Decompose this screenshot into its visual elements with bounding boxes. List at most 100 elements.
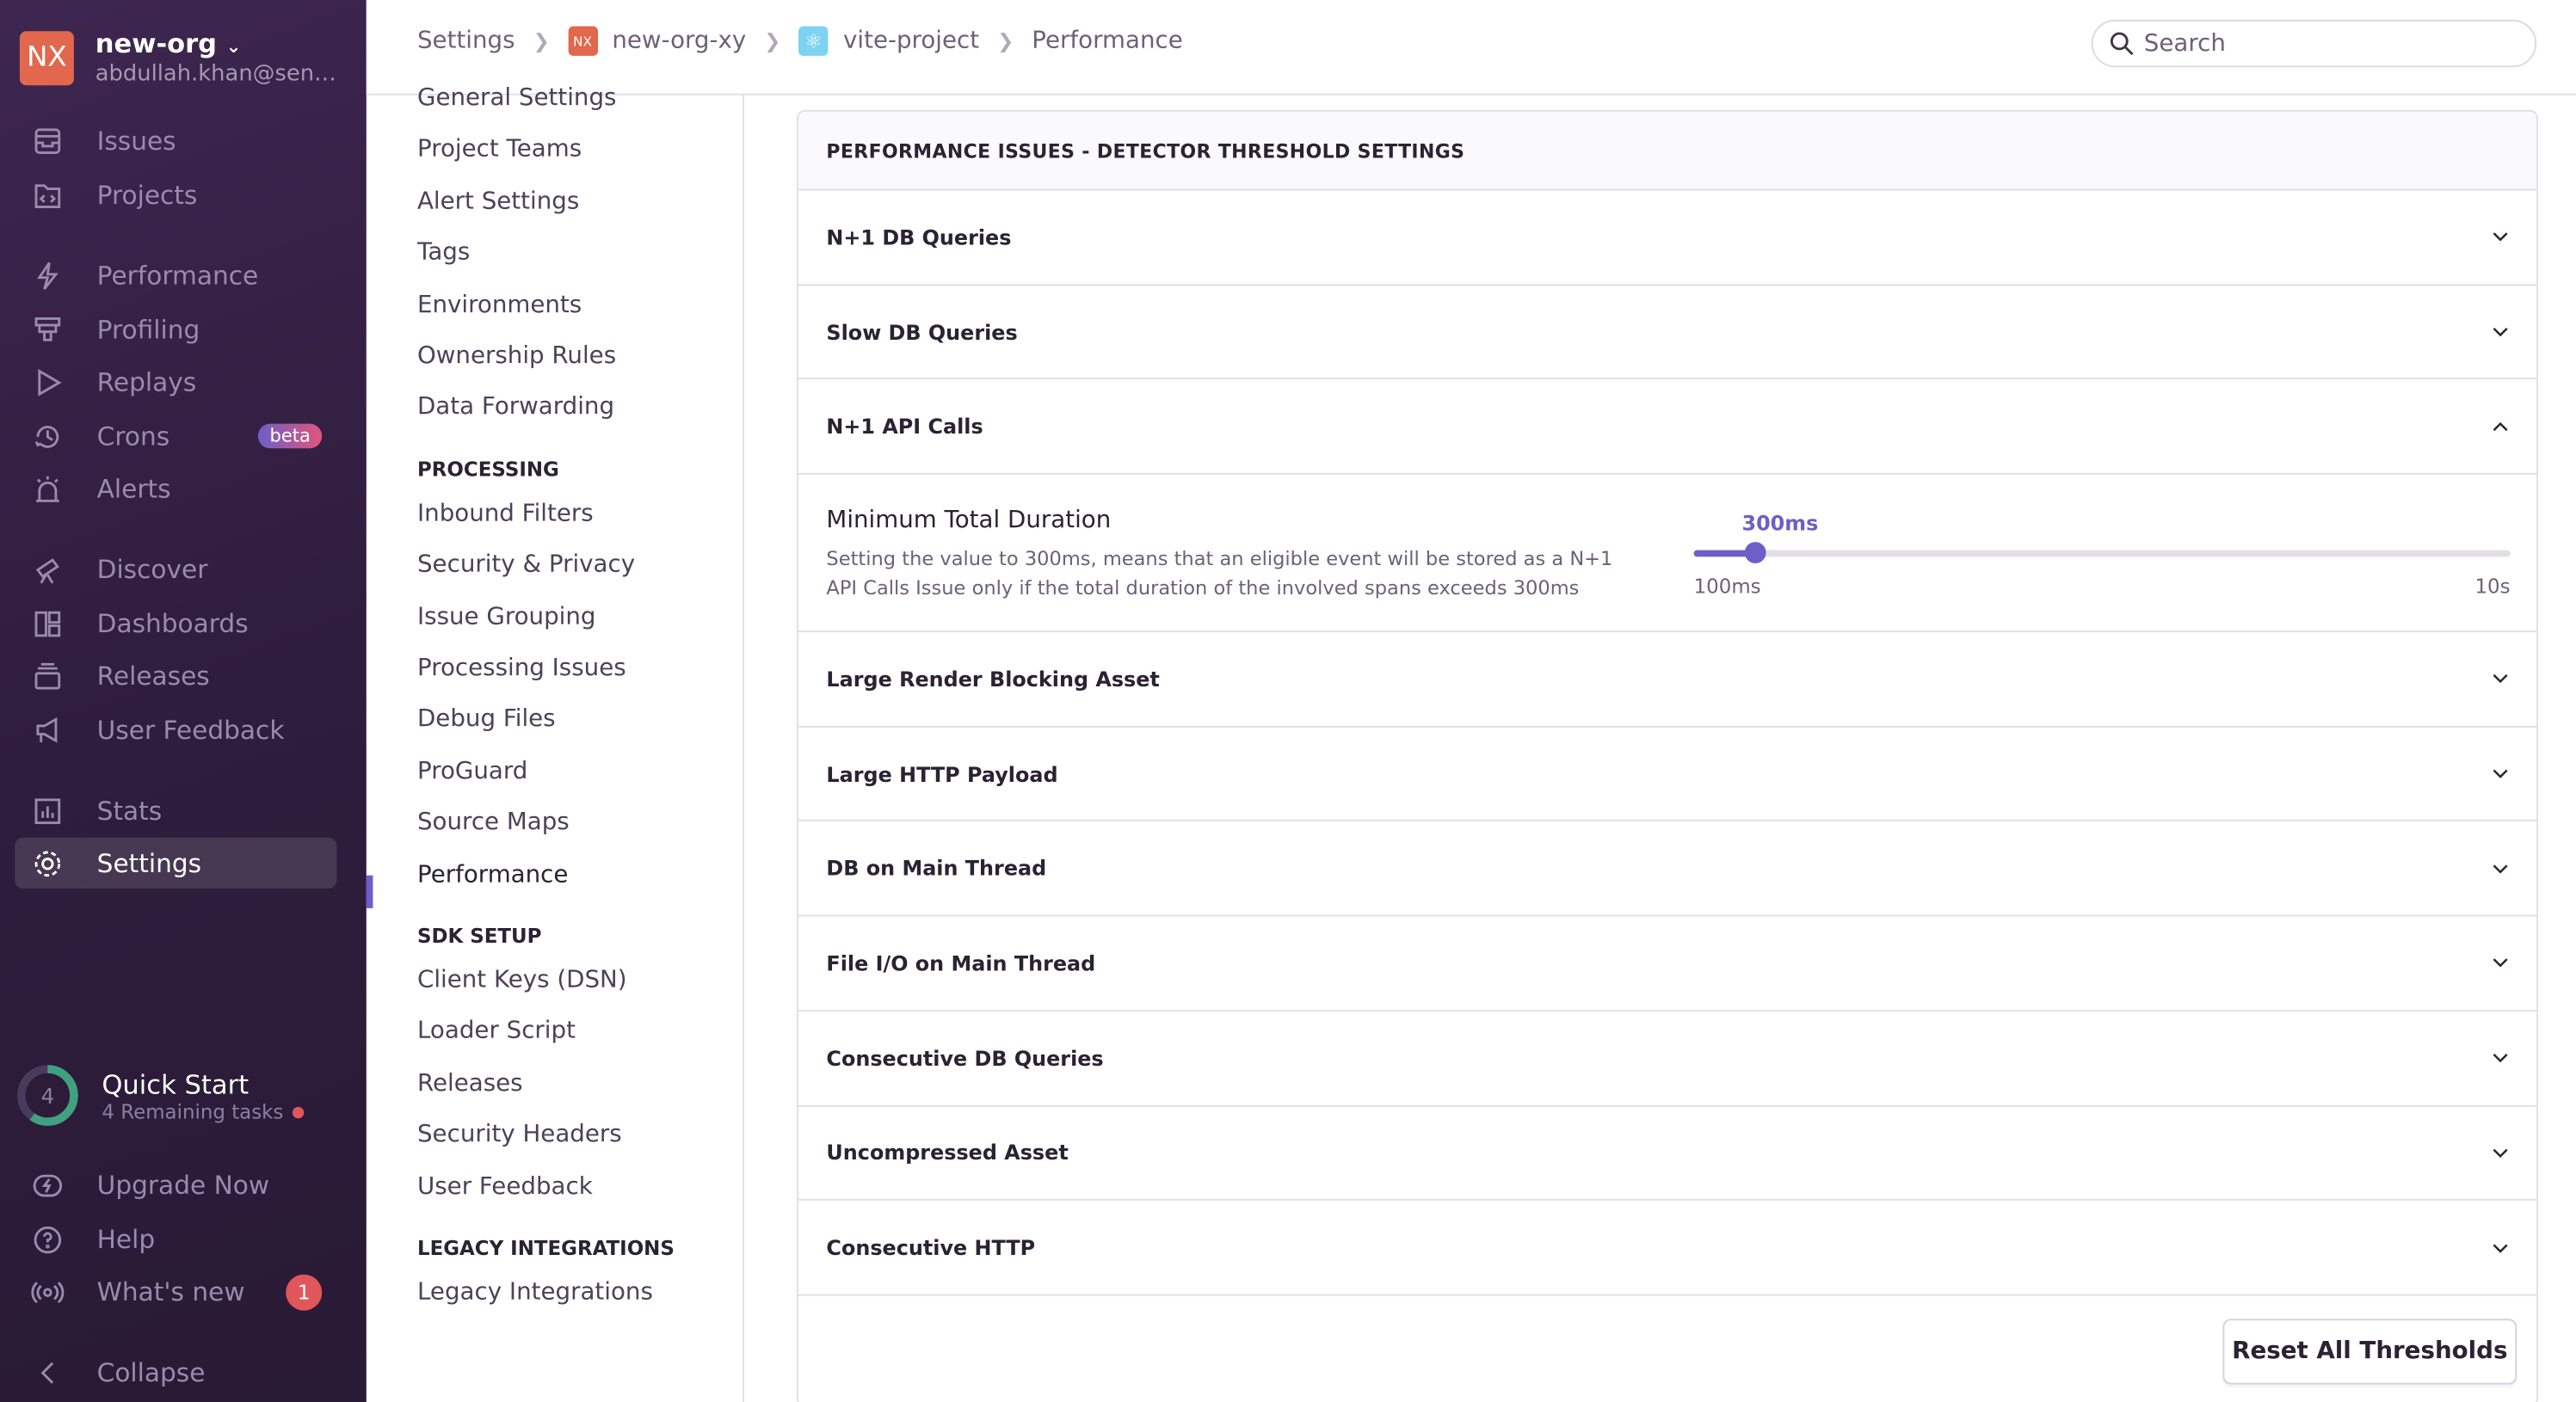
chevron-down-icon [2493, 864, 2508, 874]
settings-nav-item[interactable]: Security Headers [417, 1122, 622, 1148]
settings-nav-item[interactable]: Loader Script [417, 1019, 576, 1046]
sidebar-item-settings[interactable]: Settings [15, 837, 337, 889]
settings-nav-item[interactable]: Performance [417, 862, 568, 889]
sidebar-item-upgrade-now[interactable]: Upgrade Now [15, 1159, 336, 1210]
chevron-down-icon [2493, 769, 2508, 779]
gear-icon [34, 850, 61, 876]
react-icon: ⚛ [798, 26, 829, 56]
sidebar-item-dashboards[interactable]: Dashboards [15, 598, 336, 649]
sidebar-item-performance[interactable]: Performance [15, 249, 336, 300]
reset-all-thresholds-button[interactable]: Reset All Thresholds [2222, 1319, 2517, 1385]
search-input[interactable]: Search [2091, 19, 2537, 68]
beta-badge: beta [258, 423, 323, 449]
folder-code-icon [34, 183, 61, 208]
duration-slider[interactable] [1693, 542, 2511, 564]
sidebar-item-issues[interactable]: Issues [15, 115, 336, 166]
chevron-right-icon: ❯ [764, 29, 781, 53]
org-avatar: NX [19, 30, 74, 85]
chevron-left-icon [40, 1361, 54, 1383]
sidebar-item-releases[interactable]: Releases [15, 650, 336, 701]
settings-nav-item[interactable]: General Settings [417, 85, 616, 112]
settings-nav-item[interactable]: Releases [417, 1071, 523, 1098]
megaphone-icon [36, 716, 58, 742]
sidebar-item-profiling[interactable]: Profiling [15, 304, 336, 354]
sidebar-item-replays[interactable]: Replays [15, 356, 336, 407]
inbox-icon [34, 127, 61, 154]
settings-nav-item[interactable]: Project Teams [417, 137, 582, 163]
slider-value: 300ms [1741, 510, 1819, 536]
slider-thumb[interactable] [1745, 542, 1767, 564]
sidebar-item-discover[interactable]: Discover [15, 544, 336, 594]
accordion-row[interactable]: Consecutive HTTP [798, 1201, 2537, 1296]
sidebar-item-help[interactable]: Help [15, 1214, 336, 1264]
lightning-icon [37, 261, 59, 289]
chevron-down-icon [2493, 674, 2508, 684]
settings-nav-item[interactable]: Alert Settings [417, 188, 579, 215]
expanded-section: Minimum Total Duration Setting the value… [798, 475, 2537, 633]
breadcrumb-project[interactable]: vite-project [843, 28, 979, 54]
settings-nav-item[interactable]: Ownership Rules [417, 343, 616, 370]
settings-nav-item[interactable]: User Feedback [417, 1173, 593, 1200]
settings-nav-header: LEGACY INTEGRATIONS [416, 1236, 675, 1260]
org-switcher[interactable]: NX new-org ⌄ abdullah.khan@sen… [19, 28, 336, 88]
accordion-row[interactable]: Consecutive DB Queries [798, 1012, 2537, 1106]
app: NX new-org ⌄ abdullah.khan@sen… Issues Pr… [0, 0, 2576, 1402]
settings-nav-item[interactable]: Client Keys (DSN) [417, 968, 627, 994]
search-icon [2110, 32, 2134, 56]
org-name: new-org [95, 28, 218, 59]
broadcast-icon [31, 1281, 65, 1303]
breadcrumb: Settings ❯ NX new-org-xy ❯ ⚛ vite-project ❯ P… [417, 26, 1183, 56]
accordion-row[interactable]: Large Render Blocking Asset [798, 632, 2537, 728]
sidebar-item-collapse[interactable]: Collapse [15, 1347, 336, 1398]
user-email: abdullah.khan@sen… [95, 60, 336, 88]
play-icon [38, 368, 62, 396]
sidebar-item-alerts[interactable]: Alerts [15, 463, 336, 513]
chevron-down-icon: ⌄ [225, 36, 242, 58]
sidebar-item-crons[interactable]: Crons beta [15, 410, 336, 461]
breadcrumb-settings[interactable]: Settings [417, 28, 515, 54]
settings-nav-item[interactable]: Data Forwarding [417, 395, 614, 421]
sidebar-item-user-feedback[interactable]: User Feedback [15, 704, 336, 755]
accordion-row[interactable]: N+1 DB Queries [798, 190, 2537, 286]
notification-count-badge: 1 [286, 1273, 323, 1310]
settings-nav-item[interactable]: Security & Privacy [417, 552, 635, 579]
accordion-n1-api-calls[interactable]: N+1 API Calls [798, 380, 2537, 475]
chevron-down-icon [2493, 232, 2508, 243]
chevron-down-icon [2493, 959, 2508, 968]
accordion-row[interactable]: DB on Main Thread [798, 822, 2537, 917]
sidebar: NX new-org ⌄ abdullah.khan@sen… Issues Pr… [0, 0, 367, 1402]
settings-nav-item[interactable]: Source Maps [417, 810, 570, 837]
sidebar-item-projects[interactable]: Projects [15, 169, 336, 220]
settings-nav: General Settings Project Teams Alert Setti… [366, 85, 744, 1402]
settings-nav-item[interactable]: Processing Issues [417, 655, 626, 682]
settings-nav-header: PROCESSING [416, 458, 559, 482]
field-title: Minimum Total Duration [826, 507, 1112, 534]
chevron-right-icon: ❯ [997, 29, 1014, 53]
accordion-row[interactable]: Large HTTP Payload [798, 727, 2537, 822]
settings-nav-item[interactable]: ProGuard [417, 759, 527, 785]
slider-min-label: 100ms [1693, 575, 1761, 599]
quick-start-progress-ring: 4 [17, 1065, 78, 1126]
project-avatar: NX [567, 26, 598, 56]
chevron-right-icon: ❯ [533, 29, 550, 53]
sidebar-item-what-s-new[interactable]: What's new 1 [15, 1266, 336, 1317]
chevron-down-icon [2493, 1148, 2508, 1158]
top-bar: Settings ❯ NX new-org-xy ❯ ⚛ vite-project ❯ P… [366, 0, 2576, 95]
settings-nav-item[interactable]: Environments [417, 292, 582, 318]
active-indicator [366, 875, 373, 908]
accordion-row[interactable]: Slow DB Queries [798, 286, 2537, 380]
settings-nav-item[interactable]: Legacy Integrations [417, 1279, 653, 1306]
settings-nav-item[interactable]: Debug Files [417, 707, 556, 734]
question-icon [34, 1225, 62, 1253]
settings-nav-item[interactable]: Inbound Filters [417, 501, 594, 527]
breadcrumb-org[interactable]: new-org-xy [612, 28, 746, 54]
slider-max-label: 10s [2474, 575, 2511, 599]
settings-nav-item[interactable]: Issue Grouping [417, 604, 596, 630]
accordion-row[interactable]: Uncompressed Asset [798, 1106, 2537, 1202]
chevron-down-icon [2493, 328, 2508, 337]
sidebar-item-stats[interactable]: Stats [15, 785, 336, 836]
quick-start[interactable]: 4 Quick Start 4 Remaining tasks [15, 1062, 304, 1128]
accordion-row[interactable]: File I/O on Main Thread [798, 917, 2537, 1012]
stack-icon [34, 661, 61, 689]
settings-nav-item[interactable]: Tags [417, 240, 470, 267]
